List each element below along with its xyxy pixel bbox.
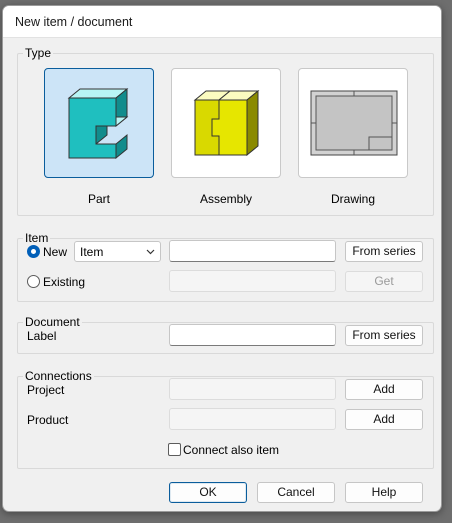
part-icon: [67, 87, 129, 160]
existing-item-input[interactable]: [169, 270, 336, 292]
drawing-icon: [310, 90, 398, 156]
product-label: Product: [27, 413, 69, 427]
window-title: New item / document: [15, 15, 133, 29]
label-field-label: Label: [27, 329, 57, 343]
item-from-series-button[interactable]: From series: [345, 241, 423, 262]
dialog-window: New item / document Type Part Assembly D…: [2, 5, 442, 512]
connect-also-item-label: Connect also item: [183, 443, 280, 457]
project-input[interactable]: [169, 378, 336, 400]
drawing-tile[interactable]: [298, 68, 408, 178]
part-tile[interactable]: [44, 68, 154, 178]
new-radio[interactable]: [27, 245, 40, 258]
type-group-label: Type: [23, 46, 54, 60]
document-label-input[interactable]: [169, 324, 336, 346]
ok-button[interactable]: OK: [169, 482, 247, 503]
get-button[interactable]: Get: [345, 271, 423, 292]
connect-also-item-checkbox[interactable]: [168, 443, 181, 456]
connections-group-label: Connections: [23, 369, 94, 383]
drawing-label: Drawing: [330, 192, 375, 206]
cancel-button[interactable]: Cancel: [257, 482, 335, 503]
assembly-tile[interactable]: [171, 68, 281, 178]
document-group-label: Document: [23, 315, 82, 329]
item-type-select-value: Item: [80, 245, 104, 259]
chevron-down-icon: [146, 249, 155, 255]
project-label: Project: [27, 383, 65, 397]
project-add-button[interactable]: Add: [345, 379, 423, 400]
help-button[interactable]: Help: [345, 482, 423, 503]
part-label: Part: [87, 192, 110, 206]
assembly-label: Assembly: [199, 192, 252, 206]
item-type-select[interactable]: Item: [74, 241, 161, 262]
new-label: New: [43, 245, 68, 259]
product-input[interactable]: [169, 408, 336, 430]
new-item-input[interactable]: [169, 240, 336, 262]
item-group-label: Item: [23, 231, 51, 245]
assembly-icon: [193, 89, 260, 157]
product-add-button[interactable]: Add: [345, 409, 423, 430]
title-bar: New item / document: [3, 6, 441, 38]
document-from-series-button[interactable]: From series: [345, 325, 423, 346]
existing-label: Existing: [43, 275, 86, 289]
existing-radio[interactable]: [27, 275, 40, 288]
